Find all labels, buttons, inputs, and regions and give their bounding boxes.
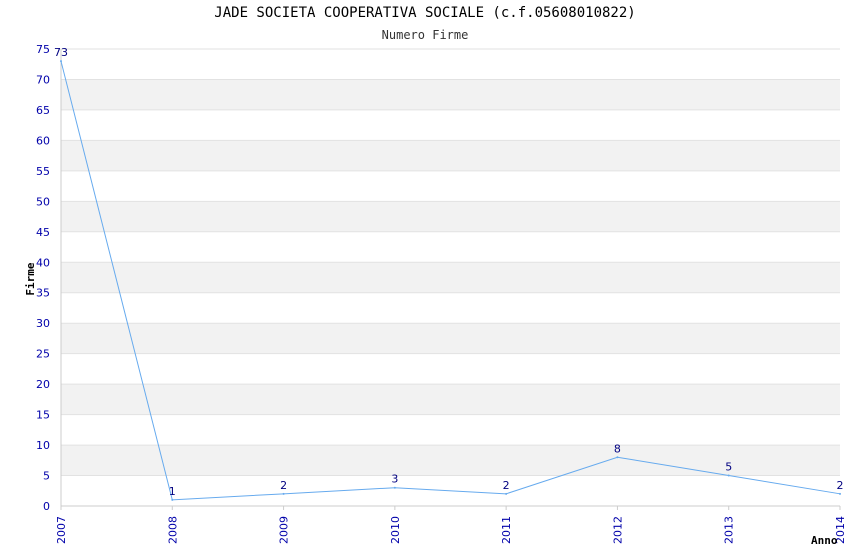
data-label: 2 (503, 479, 510, 492)
x-tick-label: 2010 (389, 516, 402, 544)
data-point (393, 486, 396, 489)
y-tick-label: 20 (36, 378, 50, 391)
y-tick-label: 60 (36, 134, 50, 147)
y-tick-label: 45 (36, 226, 50, 239)
grid-band (61, 79, 840, 110)
data-label: 3 (391, 473, 398, 486)
y-tick-label: 0 (43, 500, 50, 513)
data-point (727, 474, 730, 477)
grid-band (61, 323, 840, 354)
y-tick-label: 5 (43, 470, 50, 483)
y-tick-label: 10 (36, 439, 50, 452)
y-tick-label: 25 (36, 348, 50, 361)
data-point (60, 60, 62, 63)
y-tick-label: 40 (36, 256, 50, 269)
x-tick-label: 2011 (500, 516, 513, 544)
x-tick-label: 2012 (611, 516, 624, 544)
data-point (282, 492, 285, 495)
x-tick-label: 2013 (723, 516, 736, 544)
grid-band (61, 201, 840, 232)
y-tick-label: 35 (36, 287, 50, 300)
y-tick-label: 70 (36, 73, 50, 86)
x-tick-label: 2008 (166, 516, 179, 544)
y-tick-label: 50 (36, 195, 50, 208)
x-tick-label: 2007 (55, 516, 68, 544)
data-point (616, 456, 619, 459)
data-label: 1 (169, 485, 176, 498)
data-point (171, 498, 174, 501)
data-label: 2 (837, 479, 844, 492)
plot-area: 051015202530354045505560657075 2007 2008 2… (24, 43, 847, 547)
grid-band (61, 262, 840, 293)
y-tick-label: 75 (36, 43, 50, 56)
x-axis-title: Anno (811, 534, 838, 547)
y-tick-label: 30 (36, 317, 50, 330)
data-point (839, 492, 841, 495)
grid-band (61, 445, 840, 476)
data-label: 8 (614, 442, 621, 455)
y-axis-title: Firme (24, 262, 37, 295)
data-label: 2 (280, 479, 287, 492)
grid-band (61, 384, 840, 415)
data-label: 5 (725, 461, 732, 474)
y-tick-label: 15 (36, 409, 50, 422)
data-label: 73 (54, 46, 68, 59)
data-point (505, 492, 508, 495)
y-tick-label: 65 (36, 104, 50, 117)
y-tick-label: 55 (36, 165, 50, 178)
grid-band (61, 140, 840, 171)
chart: JADE SOCIETA COOPERATIVA SOCIALE (c.f.05… (0, 0, 850, 550)
x-tick-label: 2009 (278, 516, 291, 544)
